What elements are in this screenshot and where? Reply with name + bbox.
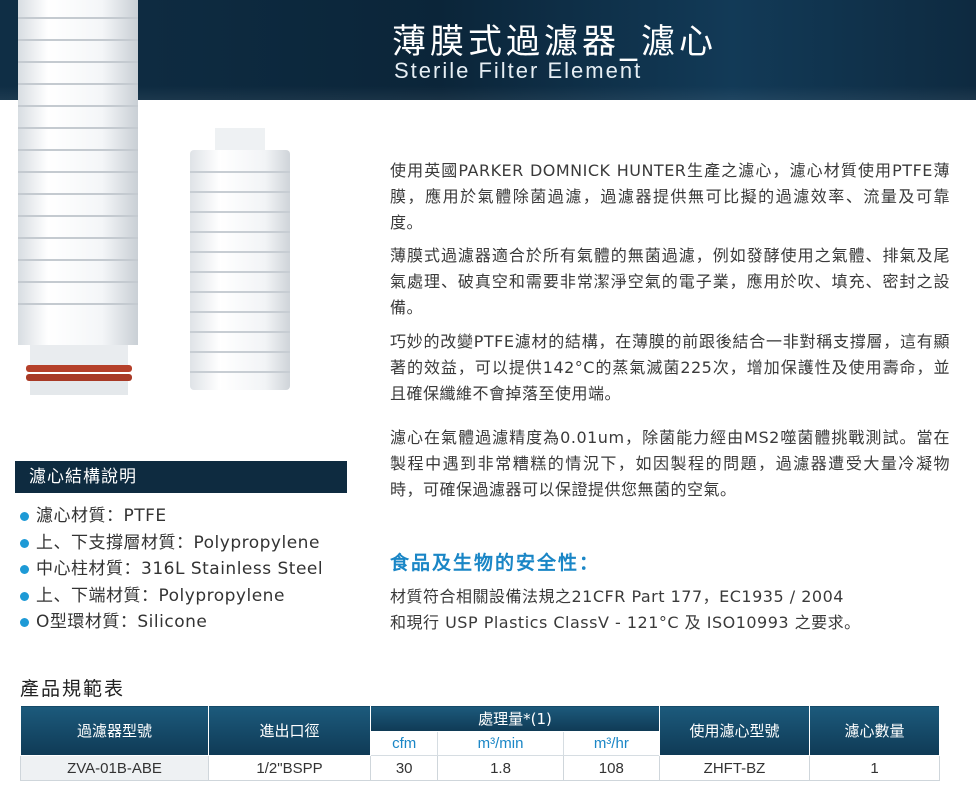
bullet-icon (20, 618, 29, 627)
cell-model: ZVA-01B-ABE (20, 755, 209, 781)
list-item-text: O型環材質：Silicone (36, 612, 208, 632)
cell-cfm: 30 (369, 755, 439, 781)
spec-table-title: 產品規範表 (20, 678, 126, 700)
list-item: 上、下端材質：Polypropylene (20, 583, 360, 610)
structure-list: 濾心材質：PTFE 上、下支撐層材質：Polypropylene 中心柱材質：3… (20, 503, 360, 636)
safety-line-1: 材質符合相關設備法規之21CFR Part 177，EC1935 / 2004 (390, 587, 844, 606)
intro-paragraph-2: 薄膜式過濾器適合於所有氣體的無菌過濾，例如發酵使用之氣體、排氣及尾氣處理、破真空… (390, 246, 950, 317)
bullet-icon (20, 512, 29, 521)
page-subtitle: Sterile Filter Element (394, 58, 643, 83)
safety-line-2: 和現行 USP Plastics ClassV - 121°C 及 ISO109… (390, 613, 861, 632)
list-item-text: 上、下支撐層材質：Polypropylene (36, 532, 320, 553)
list-item-text: 上、下端材質：Polypropylene (36, 585, 285, 606)
list-item: 中心柱材質：316L Stainless Steel (20, 556, 360, 583)
filter-element-image (18, 0, 290, 395)
header-port: 進出口徑 (208, 705, 371, 756)
header-qty: 濾心數量 (809, 705, 940, 756)
list-item: 上、下支撐層材質：Polypropylene (20, 530, 360, 557)
list-item-text: 濾心材質：PTFE (36, 506, 167, 526)
safety-text: 材質符合相關設備法規之21CFR Part 177，EC1935 / 2004 … (390, 584, 950, 636)
list-item-text: 中心柱材質：316L Stainless Steel (36, 559, 324, 579)
intro-paragraph-3: 巧妙的改變PTFE濾材的結構，在薄膜的前跟後結合一非對稱支撐層，這有顯著的效益，… (390, 332, 950, 403)
safety-title: 食品及生物的安全性： (390, 552, 601, 574)
header-unit-m3min: m³/min (437, 731, 564, 756)
table-row: ZVA-01B-ABE 1/2"BSPP 30 1.8 108 ZHFT-BZ … (20, 755, 940, 781)
intro-paragraph-1: 使用英國PARKER DOMNICK HUNTER生產之濾心，濾心材質使用PTF… (390, 161, 950, 232)
structure-heading: 濾心結構說明 (15, 461, 347, 493)
header-model: 過濾器型號 (20, 705, 209, 756)
cell-m3min: 1.8 (437, 755, 564, 781)
page-title: 薄膜式過濾器_濾心 (392, 22, 717, 62)
bullet-icon (20, 591, 29, 601)
header-unit-cfm: cfm (369, 731, 439, 756)
header-unit-m3hr: m³/hr (562, 731, 661, 756)
header-element: 使用濾心型號 (659, 705, 810, 756)
bullet-icon (20, 565, 29, 574)
header-flow: 處理量*(1) (370, 705, 660, 732)
cell-qty: 1 (809, 755, 940, 781)
spec-table: 過濾器型號 進出口徑 處理量*(1) 使用濾心型號 濾心數量 cfm m³/mi… (20, 705, 940, 781)
cell-port: 1/2"BSPP (208, 755, 371, 781)
list-item: 濾心材質：PTFE (20, 503, 360, 530)
intro-paragraph-4: 濾心在氣體過濾精度為0.01um，除菌能力經由MS2噬菌體挑戰測試。當在製程中遇… (390, 428, 950, 499)
list-item: O型環材質：Silicone (20, 609, 360, 636)
bullet-icon (20, 538, 29, 548)
cell-m3hr: 108 (562, 755, 661, 781)
cell-element: ZHFT-BZ (659, 755, 810, 781)
